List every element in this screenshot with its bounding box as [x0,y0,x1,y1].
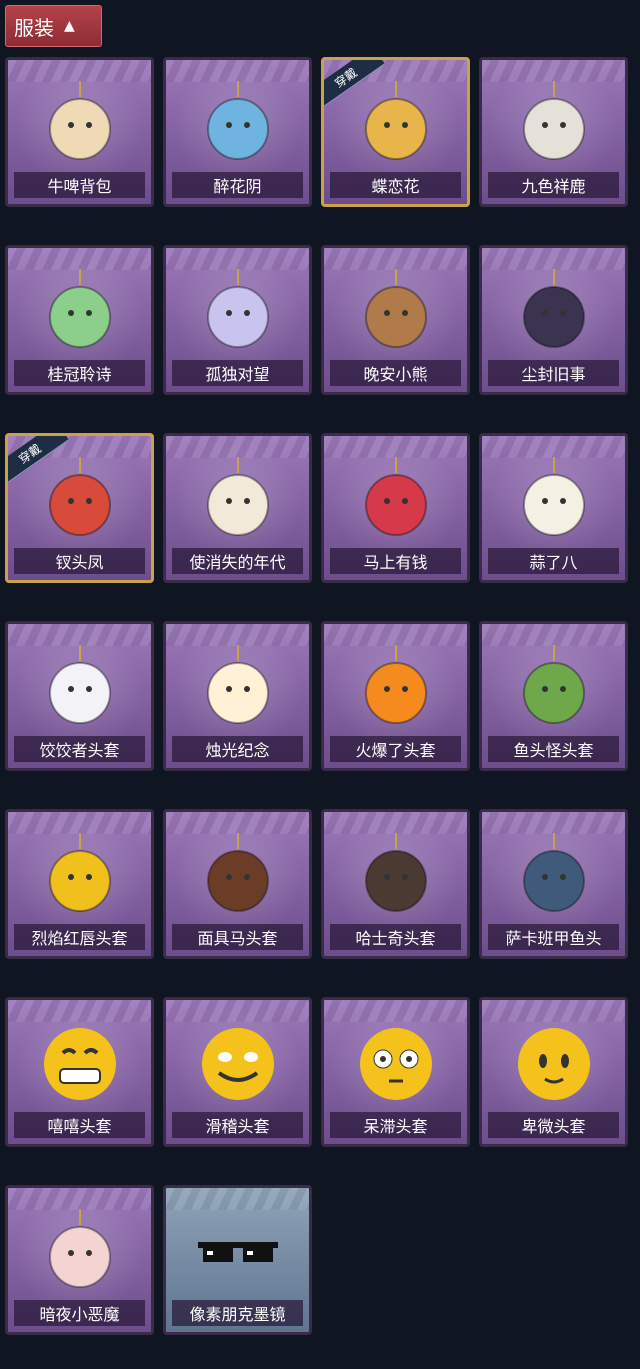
costume-name: 醉花阴 [172,172,303,198]
costume-card[interactable]: 嘻嘻头套 [5,997,154,1147]
costume-name: 蒜了八 [488,548,619,574]
costume-name: 滑稽头套 [172,1112,303,1138]
costume-name: 嘻嘻头套 [14,1112,145,1138]
vanished-era-doll-icon [166,454,309,546]
costume-card[interactable]: 呆滞头套 [321,997,470,1147]
costume-card[interactable]: 晚安小熊 [321,245,470,395]
costume-card[interactable]: 穿戴 钗头凤 [5,433,154,583]
costume-name: 九色祥鹿 [488,172,619,198]
costume-name: 饺饺者头套 [14,736,145,762]
costume-card[interactable]: 醉花阴 [163,57,312,207]
costume-card[interactable]: 鱼头怪头套 [479,621,628,771]
dusty-doll-icon [482,266,625,358]
costume-name: 使消失的年代 [172,548,303,574]
costume-card[interactable]: 牛啤背包 [5,57,154,207]
lonely-gaze-doll-icon [166,266,309,358]
chevron-up-icon: ▲ [64,18,75,34]
costume-card[interactable]: 暗夜小恶魔 [5,1185,154,1335]
costume-card[interactable]: 九色祥鹿 [479,57,628,207]
costume-name: 马上有钱 [330,548,461,574]
costume-name: 牛啤背包 [14,172,145,198]
costume-name: 呆滞头套 [330,1112,461,1138]
costume-name: 桂冠聆诗 [14,360,145,386]
costume-card[interactable]: 卑微头套 [479,997,628,1147]
flower-dreamcatcher-icon [166,78,309,170]
costume-card[interactable]: 尘封旧事 [479,245,628,395]
costume-name: 孤独对望 [172,360,303,386]
costume-card[interactable]: 哈士奇头套 [321,809,470,959]
costume-card[interactable]: 桂冠聆诗 [5,245,154,395]
cow-beer-backpack-icon [8,78,151,170]
costume-name: 哈士奇头套 [330,924,461,950]
costume-category-toggle[interactable]: 服装 ▲ [5,5,102,47]
costume-name: 面具马头套 [172,924,303,950]
category-label: 服装 [14,15,54,40]
costume-name: 尘封旧事 [488,360,619,386]
dazed-emoji-head-icon [324,1018,467,1110]
red-horse-icon [324,454,467,546]
costume-card[interactable]: 滑稽头套 [163,997,312,1147]
costume-name: 卑微头套 [488,1112,619,1138]
costume-card[interactable]: 蒜了八 [479,433,628,583]
costume-name: 萨卡班甲鱼头 [488,924,619,950]
grin-emoji-head-icon [8,1018,151,1110]
pixel-sunglasses-icon [166,1206,309,1298]
costume-card[interactable]: 孤独对望 [163,245,312,395]
costume-name: 鱼头怪头套 [488,736,619,762]
red-lips-head-icon [8,830,151,922]
fish-head-icon [482,642,625,734]
costume-name: 烈焰红唇头套 [14,924,145,950]
costume-grid: 牛啤背包 醉花阴 穿戴 蝶恋花 九色祥鹿桂冠聆诗 孤独对望 晚安小熊 尘封旧事穿戴 钗头凤 使消失… [5,57,635,1335]
costume-card[interactable]: 像素朋克墨镜 [163,1185,312,1335]
costume-name: 暗夜小恶魔 [14,1300,145,1326]
costume-name: 火爆了头套 [330,736,461,762]
funny-emoji-head-icon [166,1018,309,1110]
costume-card[interactable]: 使消失的年代 [163,433,312,583]
husky-head-icon [324,830,467,922]
horse-mask-icon [166,830,309,922]
candle-head-icon [166,642,309,734]
laurel-doll-icon [8,266,151,358]
dumpling-head-icon [8,642,151,734]
costume-name: 晚安小熊 [330,360,461,386]
garlic-icon [482,454,625,546]
costume-card[interactable]: 火爆了头套 [321,621,470,771]
costume-name: 蝶恋花 [330,172,461,198]
costume-card[interactable]: 烛光纪念 [163,621,312,771]
costume-name: 像素朋克墨镜 [172,1300,303,1326]
costume-card[interactable]: 马上有钱 [321,433,470,583]
costume-card[interactable]: 穿戴 蝶恋花 [321,57,470,207]
costume-card[interactable]: 烈焰红唇头套 [5,809,154,959]
costume-card[interactable]: 饺饺者头套 [5,621,154,771]
costume-card[interactable]: 萨卡班甲鱼头 [479,809,628,959]
sacabambaspis-head-icon [482,830,625,922]
costume-name: 钗头凤 [14,548,145,574]
teddy-bear-icon [324,266,467,358]
deer-charm-icon [482,78,625,170]
little-devil-head-icon [8,1206,151,1298]
fire-head-icon [324,642,467,734]
humble-emoji-head-icon [482,1018,625,1110]
costume-name: 烛光纪念 [172,736,303,762]
costume-card[interactable]: 面具马头套 [163,809,312,959]
